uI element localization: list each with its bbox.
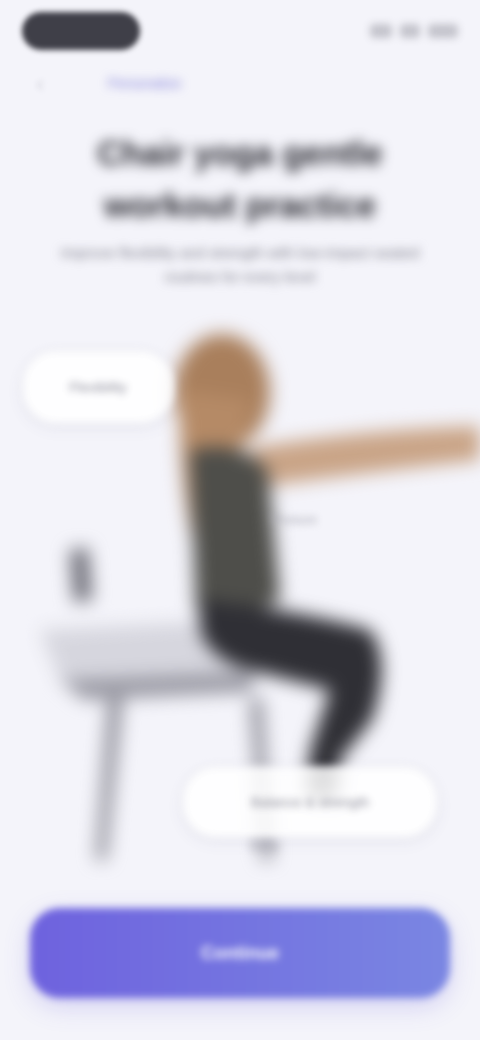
chip-balance: Balance & strength — [182, 766, 438, 838]
chevron-left-icon[interactable]: ‹ — [26, 70, 54, 98]
onboarding-screen: ‹ Personalize Chair yoga gentle workout … — [0, 0, 480, 1040]
status-bar — [0, 0, 480, 64]
signal-icon — [370, 24, 392, 38]
wifi-icon — [400, 24, 420, 38]
arm — [250, 426, 480, 486]
battery-icon — [428, 24, 458, 38]
chip-flexibility: Flexibility — [22, 350, 174, 424]
nav-link[interactable]: Personalize — [108, 72, 220, 94]
annotation-posture: Posture — [272, 512, 317, 527]
tank-top — [190, 446, 280, 614]
annotation-daily: Daily — [250, 838, 279, 853]
top-nav: ‹ Personalize — [0, 64, 480, 104]
dynamic-island — [22, 12, 140, 50]
chair-back — [70, 548, 92, 602]
continue-button[interactable]: Continue — [30, 908, 450, 998]
page-title: Chair yoga gentle workout practice — [97, 135, 383, 225]
page-subtitle: Improve flexibility and strength with lo… — [60, 245, 420, 286]
chair-leg — [96, 680, 124, 860]
status-icons — [358, 20, 458, 42]
